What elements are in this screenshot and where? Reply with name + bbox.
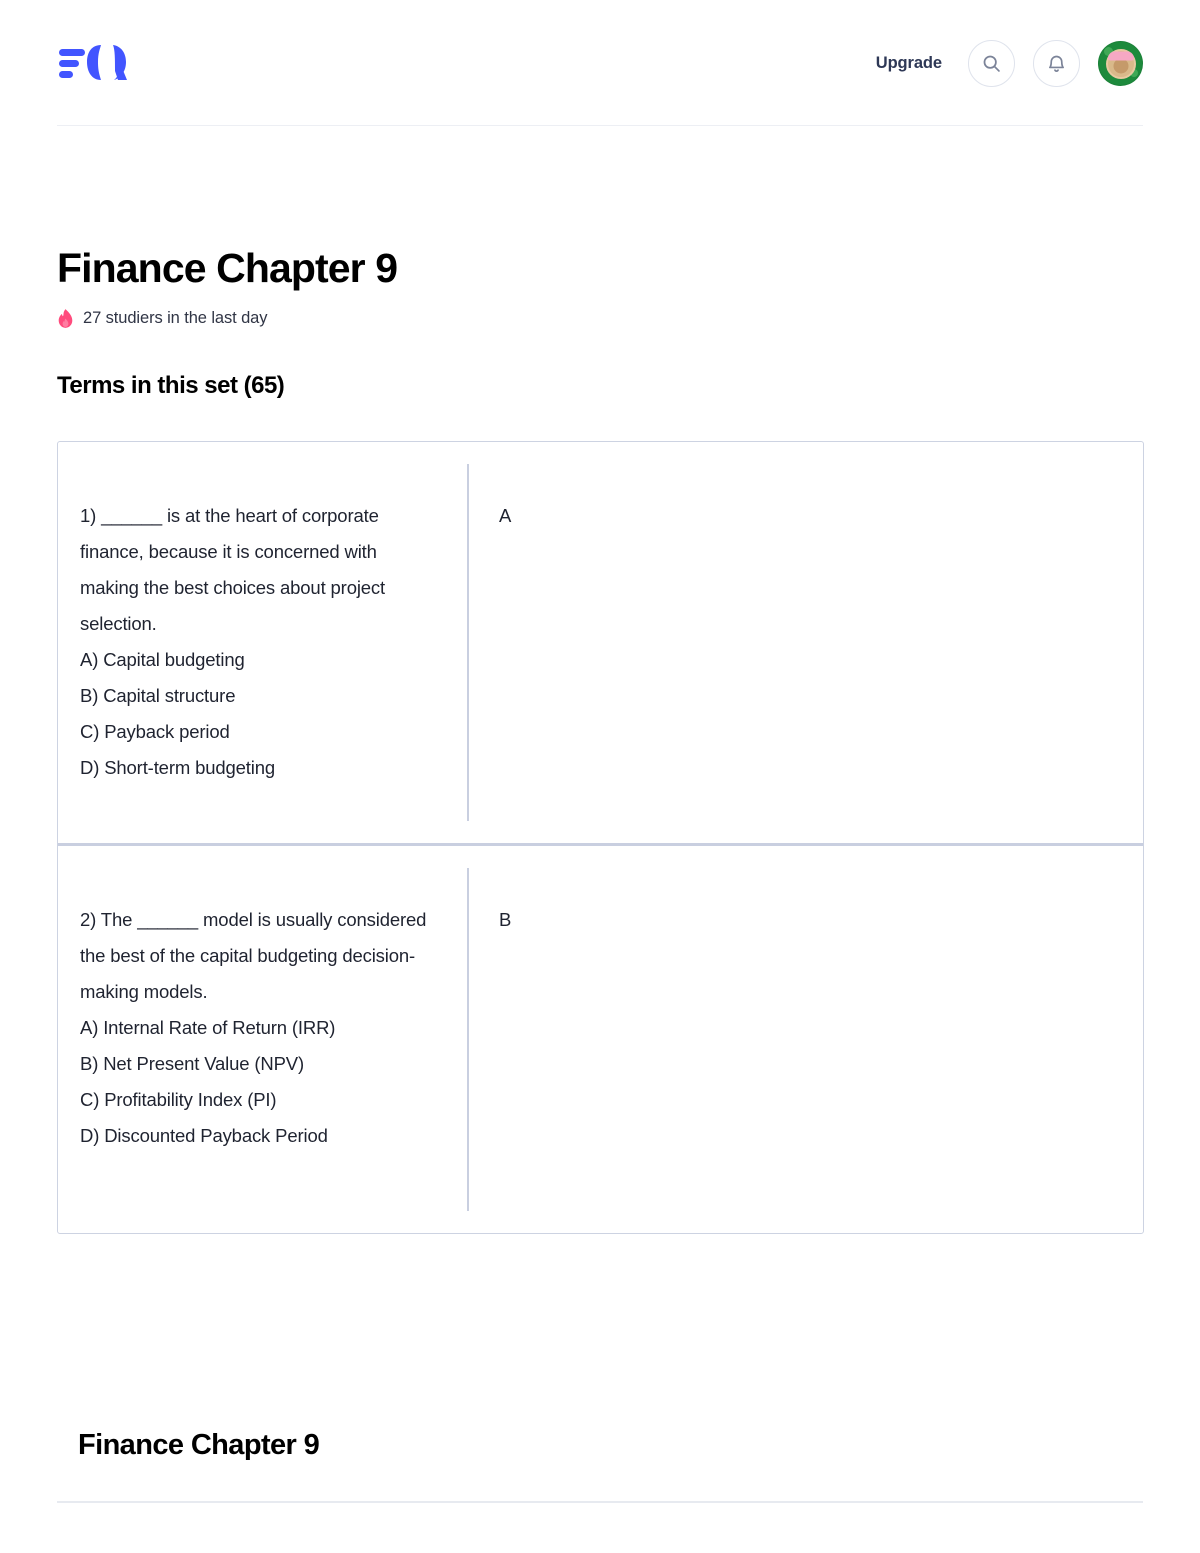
studiers-count-label: 27 studiers in the last day (83, 309, 268, 328)
term-row[interactable]: 1) ______ is at the heart of corporate f… (58, 442, 1143, 843)
header-divider (57, 125, 1143, 126)
set-title-block: Finance Chapter 9 27 studiers in the las… (57, 245, 1147, 329)
avatar-face (1113, 58, 1128, 74)
page-root: Upgrade Finance Chapter 9 27 studiers in… (0, 0, 1200, 1553)
definition-text: B (499, 908, 512, 930)
page-title: Finance Chapter 9 (57, 245, 398, 291)
terms-list: 1) ______ is at the heart of corporate f… (57, 441, 1144, 1234)
footer-set-title: Finance Chapter 9 (78, 1429, 320, 1461)
term-cell: 2) The ______ model is usually considere… (58, 867, 469, 1211)
term-row[interactable]: 2) The ______ model is usually considere… (58, 842, 1143, 1233)
footer-divider (57, 1501, 1143, 1503)
term-cell: 1) ______ is at the heart of corporate f… (58, 464, 469, 821)
term-text: 2) The ______ model is usually considere… (80, 908, 427, 1146)
user-avatar[interactable] (1098, 40, 1143, 86)
site-header: Upgrade (0, 0, 1200, 126)
quizlet-logo[interactable] (57, 40, 135, 86)
upgrade-button[interactable]: Upgrade (868, 48, 950, 79)
header-actions: Upgrade (868, 39, 1143, 87)
search-icon (983, 55, 1000, 72)
term-text: 1) ______ is at the heart of corporate f… (80, 505, 386, 779)
definition-cell: A (469, 464, 1143, 821)
definition-text: A (499, 505, 512, 526)
quizlet-logo-icon (59, 45, 127, 80)
bell-icon (1049, 55, 1064, 72)
studiers-row: 27 studiers in the last day (57, 308, 1147, 329)
flame-icon (58, 309, 73, 328)
avatar-hat (1107, 51, 1134, 61)
definition-cell: B (469, 868, 1143, 1211)
terms-heading: Terms in this set (65) (57, 372, 285, 399)
search-button[interactable] (968, 39, 1015, 87)
notifications-button[interactable] (1033, 39, 1080, 87)
